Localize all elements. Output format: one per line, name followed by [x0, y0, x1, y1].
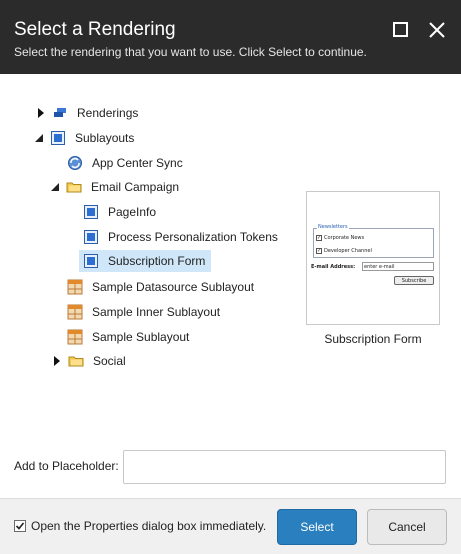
selected-highlight[interactable]: Subscription Form	[79, 250, 212, 272]
sublayout-icon	[84, 205, 98, 219]
tree-label: Social	[93, 354, 126, 368]
tree-node-sample-datasource[interactable]: Sample Datasource Sublayout	[67, 276, 258, 298]
tree-label: Process Personalization Tokens	[108, 230, 278, 244]
tree-node-email-campaign[interactable]: Email Campaign	[50, 176, 183, 198]
preview-checkbox-icon: ✓	[316, 235, 322, 241]
preview-legend: Newsletters	[317, 224, 349, 230]
sublayout-icon	[51, 131, 65, 145]
close-icon[interactable]	[427, 20, 447, 40]
layout-grid-icon	[67, 329, 83, 345]
tree-label: PageInfo	[108, 205, 157, 219]
select-button[interactable]: Select	[277, 509, 357, 545]
collapse-arrow-icon[interactable]	[50, 182, 60, 192]
tree-label: App Center Sync	[92, 156, 183, 170]
tree-node-sublayouts[interactable]: Sublayouts	[34, 127, 138, 149]
preview-option: Developer Channel	[324, 248, 372, 254]
preview-subscribe-button: Subscribe	[394, 276, 434, 285]
dialog-subtitle: Select the rendering that you want to us…	[14, 45, 367, 59]
tree-label: Sublayouts	[75, 131, 135, 145]
checkmark-icon	[15, 522, 25, 530]
folder-icon	[68, 356, 84, 367]
sublayout-icon	[84, 254, 98, 268]
rendering-preview: Newsletters ✓ Corporate News ✓ Developer…	[306, 191, 440, 325]
dialog-title: Select a Rendering	[14, 19, 176, 40]
sublayout-icon	[84, 230, 98, 244]
layout-grid-icon	[67, 279, 83, 295]
cancel-button[interactable]: Cancel	[367, 509, 447, 545]
folder-icon	[66, 182, 82, 193]
tree-node-app-center-sync[interactable]: App Center Sync	[67, 152, 187, 174]
properties-checkbox[interactable]	[14, 520, 26, 532]
tree-label: Sample Datasource Sublayout	[92, 280, 255, 294]
tree-node-subscription-form[interactable]: Subscription Form	[79, 250, 212, 272]
properties-checkbox-label: Open the Properties dialog box immediate…	[31, 519, 267, 533]
preview-email-input: enter e-mail	[362, 262, 434, 271]
collapse-arrow-icon[interactable]	[34, 133, 44, 143]
preview-caption: Subscription Form	[324, 332, 422, 346]
expand-arrow-icon[interactable]	[52, 356, 62, 366]
expand-arrow-icon[interactable]	[36, 108, 46, 118]
placeholder-input[interactable]	[123, 450, 446, 484]
properties-option[interactable]: Open the Properties dialog box immediate…	[14, 519, 266, 533]
tree-node-pageinfo[interactable]: PageInfo	[83, 201, 160, 223]
placeholder-label: Add to Placeholder:	[14, 459, 119, 473]
renderings-icon	[54, 108, 66, 117]
layout-grid-icon	[67, 304, 83, 320]
maximize-icon[interactable]	[393, 22, 408, 37]
tree-node-renderings[interactable]: Renderings	[36, 102, 142, 124]
tree-node-process-tokens[interactable]: Process Personalization Tokens	[83, 226, 282, 248]
tree-label: Sample Inner Sublayout	[92, 305, 221, 319]
preview-checkbox-icon: ✓	[316, 248, 322, 254]
tree-label: Email Campaign	[91, 180, 180, 194]
tree-node-sample-inner[interactable]: Sample Inner Sublayout	[67, 301, 224, 323]
app-center-sync-icon	[68, 156, 82, 170]
tree-node-sample-sublayout[interactable]: Sample Sublayout	[67, 326, 193, 348]
tree-label: Sample Sublayout	[92, 330, 190, 344]
dialog-footer: Open the Properties dialog box immediate…	[0, 498, 461, 554]
preview-email-label: E-mail Address:	[311, 264, 356, 270]
tree-label: Subscription Form	[108, 254, 206, 268]
tree-label: Renderings	[77, 106, 139, 120]
preview-option: Corporate News	[324, 235, 365, 241]
dialog-header: Select a Rendering Select the rendering …	[0, 0, 461, 74]
tree-node-social[interactable]: Social	[52, 350, 130, 372]
